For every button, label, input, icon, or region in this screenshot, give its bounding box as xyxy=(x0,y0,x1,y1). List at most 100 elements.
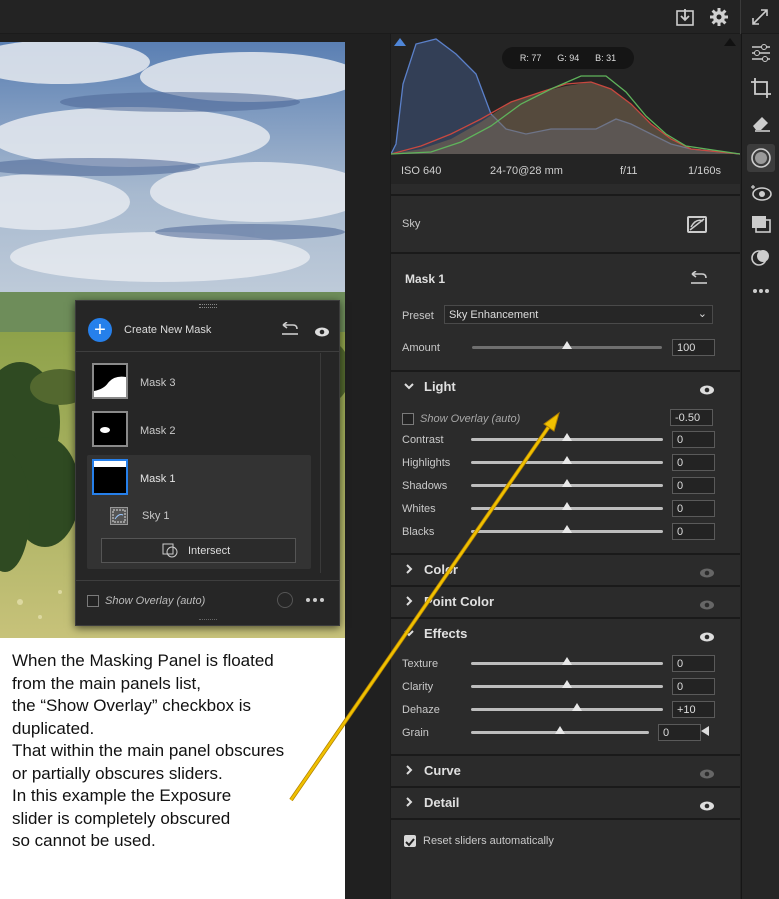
presets-icon[interactable] xyxy=(750,214,772,236)
scrollbar[interactable] xyxy=(320,353,321,573)
sky-mask-icon[interactable] xyxy=(687,216,707,233)
sliders-icon[interactable] xyxy=(750,42,772,64)
light-title[interactable]: Light xyxy=(424,379,456,394)
detail-visibility-icon[interactable] xyxy=(699,798,715,811)
chevron-down-icon[interactable] xyxy=(403,627,415,642)
aperture-value: f/11 xyxy=(620,165,638,177)
show-overlay-label: Show Overlay (auto) xyxy=(420,413,521,425)
crop-icon[interactable] xyxy=(750,77,772,99)
color-section[interactable]: Color xyxy=(391,553,740,585)
masking-icon[interactable] xyxy=(747,144,775,172)
reset-icon[interactable] xyxy=(281,321,299,336)
texture-value[interactable]: 0 xyxy=(672,655,715,672)
point-color-visibility-icon[interactable] xyxy=(699,597,715,610)
float-show-overlay-label: Show Overlay (auto) xyxy=(105,595,206,607)
chevron-right-icon[interactable] xyxy=(403,796,415,811)
eraser-icon[interactable] xyxy=(750,112,772,134)
slider-label: Contrast xyxy=(402,434,444,446)
whites-value[interactable]: 0 xyxy=(672,500,715,517)
chevron-right-icon[interactable] xyxy=(403,764,415,779)
slider-label: Highlights xyxy=(402,457,451,469)
chevron-right-icon[interactable] xyxy=(403,595,415,610)
exposure-value[interactable]: -0.50 xyxy=(670,409,713,426)
dehaze-thumb[interactable] xyxy=(572,703,582,711)
float-show-overlay-checkbox[interactable] xyxy=(87,595,99,607)
mask-name: Mask 1 xyxy=(140,473,176,485)
amount-value[interactable]: 100 xyxy=(672,339,715,356)
shadows-value[interactable]: 0 xyxy=(672,477,715,494)
slider-label: Dehaze xyxy=(402,704,440,716)
top-toolbar xyxy=(0,0,779,34)
blacks-value[interactable]: 0 xyxy=(672,523,715,540)
effects-title[interactable]: Effects xyxy=(424,626,467,641)
dehaze-value[interactable]: +10 xyxy=(672,701,715,718)
more-icon[interactable] xyxy=(750,280,772,302)
effects-visibility-icon[interactable] xyxy=(699,629,715,642)
clarity-value[interactable]: 0 xyxy=(672,678,715,695)
preset-select[interactable]: Sky Enhancement ⌄ xyxy=(444,305,713,324)
highlight-clipping-icon[interactable] xyxy=(724,38,736,46)
grain-value[interactable]: 0 xyxy=(658,724,701,741)
amount-thumb[interactable] xyxy=(562,341,572,349)
show-overlay-checkbox[interactable] xyxy=(402,413,414,425)
curve-title[interactable]: Curve xyxy=(424,763,461,778)
grain-expand-icon[interactable] xyxy=(701,726,709,736)
resize-handle[interactable] xyxy=(199,619,217,623)
sky-component-row[interactable]: Sky xyxy=(391,194,740,252)
clarity-thumb[interactable] xyxy=(562,680,572,688)
light-section: Light Show Overlay (auto) -0.50 Contrast… xyxy=(391,370,740,553)
lens-value: 24-70@28 mm xyxy=(490,165,563,177)
texture-thumb[interactable] xyxy=(562,657,572,665)
shadows-thumb[interactable] xyxy=(562,479,572,487)
detail-title[interactable]: Detail xyxy=(424,795,459,810)
reset-sliders-checkbox[interactable] xyxy=(404,835,416,847)
slider-label: Whites xyxy=(402,503,436,515)
mask-list-item[interactable]: Mask 2 xyxy=(90,407,311,451)
snapshots-icon[interactable] xyxy=(750,246,772,268)
slider-label: Grain xyxy=(402,727,429,739)
grain-thumb[interactable] xyxy=(555,726,565,734)
iso-value: ISO 640 xyxy=(401,165,442,177)
highlights-value[interactable]: 0 xyxy=(672,454,715,471)
chevron-down-icon[interactable] xyxy=(403,380,415,395)
chevron-right-icon[interactable] xyxy=(403,563,415,578)
mask-settings: Mask 1 Preset Sky Enhancement ⌄ Amount 1… xyxy=(391,252,740,370)
intersect-icon xyxy=(162,543,178,558)
annotation-note: When the Masking Panel is floated from t… xyxy=(0,638,345,899)
point-color-title[interactable]: Point Color xyxy=(424,594,494,609)
whites-thumb[interactable] xyxy=(562,502,572,510)
shadow-clipping-icon[interactable] xyxy=(394,38,406,46)
more-options-icon[interactable] xyxy=(305,593,325,605)
dehaze-slider[interactable] xyxy=(471,708,663,711)
light-visibility-icon[interactable] xyxy=(699,382,715,395)
red-eye-icon[interactable] xyxy=(750,182,772,204)
color-title[interactable]: Color xyxy=(424,562,458,577)
blacks-thumb[interactable] xyxy=(562,525,572,533)
blue-value: B: 31 xyxy=(595,53,617,63)
mask-name: Mask 2 xyxy=(140,425,176,437)
expand-icon[interactable] xyxy=(750,7,770,27)
point-color-section[interactable]: Point Color xyxy=(391,585,740,617)
curve-section[interactable]: Curve xyxy=(391,754,740,786)
drag-handle[interactable] xyxy=(199,304,217,308)
detail-section[interactable]: Detail xyxy=(391,786,740,818)
export-icon[interactable] xyxy=(675,7,695,27)
highlights-thumb[interactable] xyxy=(562,456,572,464)
intersect-label: Intersect xyxy=(188,545,231,557)
intersect-button[interactable]: Intersect xyxy=(101,538,296,563)
slider-label: Blacks xyxy=(402,526,435,538)
create-new-mask-label[interactable]: Create New Mask xyxy=(124,324,211,336)
add-mask-icon[interactable]: + xyxy=(88,318,112,342)
reset-mask-icon[interactable] xyxy=(690,270,708,285)
overlay-color-icon[interactable] xyxy=(277,592,293,608)
mask-list-item[interactable]: Mask 3 xyxy=(90,359,311,403)
mask-list-item-selected[interactable]: Mask 1 Sky 1 Intersect xyxy=(87,455,311,569)
overlay-visibility-icon[interactable] xyxy=(314,324,330,337)
color-visibility-icon[interactable] xyxy=(699,565,715,578)
contrast-thumb[interactable] xyxy=(562,433,572,441)
curve-visibility-icon[interactable] xyxy=(699,766,715,779)
gear-icon[interactable] xyxy=(708,6,730,28)
mask-title: Mask 1 xyxy=(405,272,446,286)
tool-strip xyxy=(741,34,779,899)
contrast-value[interactable]: 0 xyxy=(672,431,715,448)
